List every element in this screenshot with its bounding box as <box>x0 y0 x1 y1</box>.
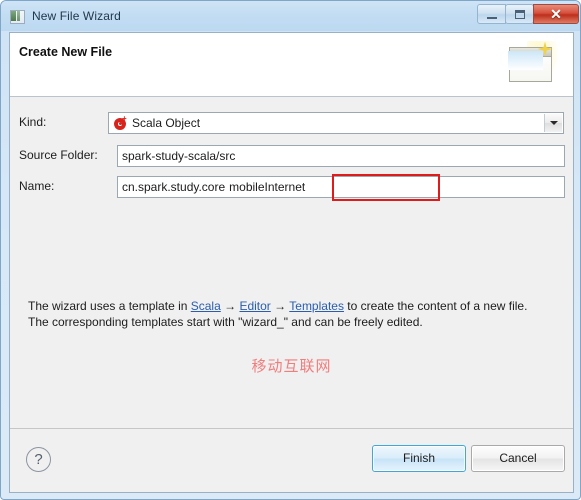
sparkle-icon <box>538 42 552 56</box>
source-folder-row: Source Folder: spark-study-scala/src <box>10 145 573 167</box>
finish-button[interactable]: Finish <box>372 445 466 472</box>
link-scala[interactable]: Scala <box>191 299 221 313</box>
dialog-footer: ? Finish Cancel <box>10 428 573 492</box>
kind-value: Scala Object <box>132 116 201 130</box>
chinese-annotation: 移动互联网 <box>251 357 332 375</box>
kind-label: Kind: <box>19 115 47 129</box>
name-package-text: cn.spark.study.core <box>122 180 226 194</box>
title-bar[interactable]: New File Wizard ✕ <box>1 1 580 31</box>
minimize-button[interactable] <box>477 3 506 24</box>
window-title: New File Wizard <box>32 9 121 23</box>
maximize-button[interactable] <box>505 3 534 24</box>
name-class-text: mobileInternet <box>229 180 306 194</box>
name-row: Name: cn.spark.study.core mobileInternet <box>10 174 573 201</box>
page-title: Create New File <box>19 45 113 59</box>
desc-arrow-2: → <box>270 299 290 313</box>
scala-object-icon: + <box>113 114 128 131</box>
source-folder-input[interactable]: spark-study-scala/src <box>117 145 565 167</box>
desc-arrow-1: → <box>220 299 240 313</box>
kind-row: Kind: + Scala Object <box>10 112 573 134</box>
name-label: Name: <box>19 179 55 193</box>
link-editor[interactable]: Editor <box>239 299 270 313</box>
help-button[interactable]: ? <box>26 447 51 472</box>
name-input[interactable]: cn.spark.study.core mobileInternet <box>117 174 565 201</box>
window-controls: ✕ <box>477 3 579 24</box>
new-file-wizard-dialog: New File Wizard ✕ Create New File Kind: … <box>0 0 581 500</box>
close-button[interactable]: ✕ <box>533 3 579 24</box>
close-icon: ✕ <box>550 5 562 22</box>
cancel-button[interactable]: Cancel <box>471 445 565 472</box>
minimize-icon <box>487 16 497 19</box>
wizard-banner-icon <box>505 39 561 91</box>
desc-line1-before: The wizard uses a template in <box>28 299 191 313</box>
kind-combobox[interactable]: + Scala Object <box>108 112 564 134</box>
source-folder-label: Source Folder: <box>19 148 98 162</box>
file-wizard-icon <box>9 8 25 24</box>
maximize-icon <box>515 9 525 19</box>
annotation-highlight-box <box>332 174 440 201</box>
wizard-description: The wizard uses a template in Scala → Ed… <box>28 298 563 330</box>
link-templates[interactable]: Templates <box>289 299 344 313</box>
chevron-down-icon[interactable] <box>544 114 562 132</box>
wizard-body: Kind: + Scala Object Source Folder: spar… <box>10 97 573 429</box>
desc-line2: The corresponding templates start with "… <box>28 315 423 329</box>
wizard-header: Create New File <box>10 33 573 97</box>
dialog-content: Create New File Kind: + Scala Object Sou… <box>9 32 574 493</box>
desc-line1-after: to create the content of a new file. <box>343 299 528 313</box>
